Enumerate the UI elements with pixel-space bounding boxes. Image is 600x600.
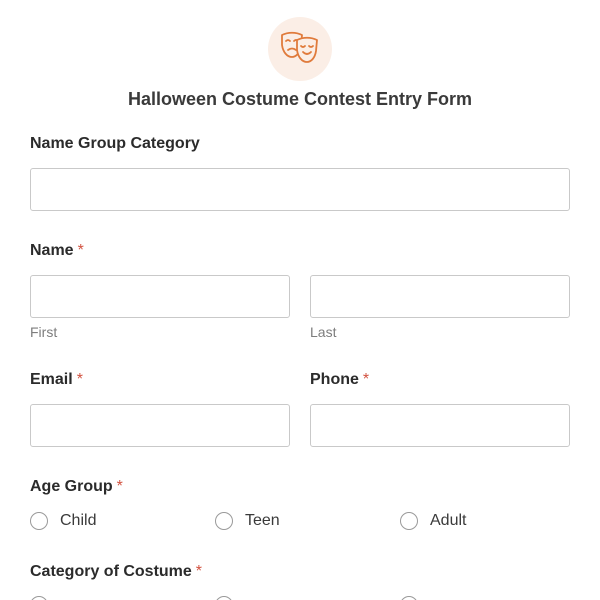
phone-label: Phone * [310,370,369,390]
theater-masks-icon [281,31,318,63]
form-page: Halloween Costume Contest Entry Form Nam… [0,0,600,600]
age-group-option-child-label[interactable]: Child [60,511,96,531]
required-asterisk: * [362,371,370,388]
form-title: Halloween Costume Contest Entry Form [127,89,473,109]
email-input[interactable] [30,404,290,447]
age-group-option-teen-label[interactable]: Teen [245,511,280,531]
name-group-category-label: Name Group Category [30,134,200,154]
age-group-option-adult-label[interactable]: Adult [430,511,466,531]
name-group-category-label-text: Name Group Category [30,135,200,152]
age-group-radio-child[interactable] [30,512,48,530]
required-asterisk: * [76,371,83,388]
form-logo [268,17,332,81]
phone-label-text: Phone [310,371,359,388]
category-of-costume-label-text: Category of Costume [30,563,192,580]
costume-category-radio-1[interactable] [30,596,48,600]
email-label: Email * [30,370,83,390]
required-asterisk: * [195,563,203,580]
age-group-label-text: Age Group [30,478,113,495]
required-asterisk: * [116,478,123,495]
last-name-input[interactable] [310,275,570,318]
name-label-text: Name [30,242,74,259]
first-name-sublabel: First [30,324,58,340]
age-group-radio-adult[interactable] [400,512,418,530]
age-group-radio-teen[interactable] [215,512,233,530]
phone-input[interactable] [310,404,570,447]
first-name-input[interactable] [30,275,290,318]
last-name-sublabel: Last [310,324,337,340]
age-group-label: Age Group * [30,477,123,497]
costume-category-radio-3[interactable] [400,596,418,600]
costume-category-radio-2[interactable] [215,596,233,600]
category-of-costume-label: Category of Costume * [30,562,202,582]
required-asterisk: * [77,242,84,259]
name-label: Name * [30,241,84,261]
name-group-category-input[interactable] [30,168,570,211]
email-label-text: Email [30,371,73,388]
